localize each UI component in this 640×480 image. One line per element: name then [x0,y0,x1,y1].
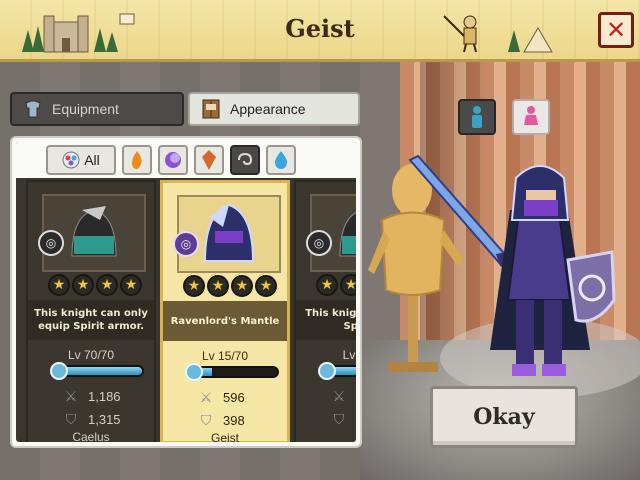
sword-icon: ⚔ [332,387,346,404]
sword-icon: ⚔ [64,387,78,404]
card-owner: Caelus [72,430,110,442]
card-level: Lv 15/70 [201,349,249,363]
card-list: All ◎ ★ ★ ★ ★ This knight can only equip… [16,142,356,442]
defense-value: 1,315 [88,411,121,427]
shield-icon: ⛉ [200,411,212,428]
element-filters: All [16,142,356,178]
attack-stat: ⚔ 596 [197,388,245,406]
card-level: Lv 70/70 [67,348,115,362]
male-appearance-button[interactable] [458,99,496,135]
tab-equipment[interactable]: Equipment [10,92,184,126]
star-icon: ★ [207,275,229,297]
wardrobe-icon [200,98,222,120]
filter-shadow-button[interactable] [158,145,188,175]
wind-element-badge: ◎ [38,230,64,256]
star-rating: ★ ★ ★ [316,274,356,296]
star-icon: ★ [340,274,356,296]
attack-value: 1,186 [88,388,121,404]
defense-value: 398 [223,412,245,428]
wind-element-icon [238,152,253,166]
filter-all-button[interactable]: All [46,145,116,175]
armor-icon [318,362,336,380]
card-level: Lv 35/ [342,348,356,362]
star-icon: ★ [316,274,338,296]
xp-bar-fill [60,367,142,375]
knight-sketch-icon [443,15,553,53]
close-button[interactable]: ✕ [598,12,634,48]
star-icon: ★ [72,274,94,296]
star-icon: ★ [183,275,205,297]
sword-icon: ⚔ [199,388,213,405]
filter-water-button[interactable] [266,145,296,175]
armor-icon [185,363,203,381]
xp-bar [193,366,279,378]
all-elements-icon [62,151,80,169]
chainmail-icon [22,98,44,120]
defense-stat: ⛉ 398 [197,411,245,429]
star-rating: ★ ★ ★ ★ [183,275,277,297]
star-rating: ★ ★ ★ ★ [48,274,142,296]
top-banner: Geist ✕ [0,0,640,62]
attack-stat: ⚔ 1,186 [62,387,121,405]
knight-character [408,154,616,376]
star-icon: ★ [48,274,70,296]
defense-stat: ⛉ 1,315 [62,410,121,428]
star-icon: ★ [120,274,142,296]
tab-appearance[interactable]: Appearance [188,92,360,126]
defense-stat: ⛉712 [330,410,356,428]
xp-bar [58,365,144,377]
attack-value: 596 [223,389,245,405]
appearance-card[interactable]: ◎ ★ ★ ★ This knight c equip Spirit Lv 35… [294,180,356,442]
filter-earth-button[interactable] [194,145,224,175]
earth-element-icon [202,150,216,170]
star-icon: ★ [231,275,253,297]
shield-icon: ⛉ [65,410,77,427]
appearance-panel: All ◎ ★ ★ ★ ★ This knight can only equip… [10,136,362,448]
card-description: This knight c equip Spirit [296,300,356,340]
appearance-card[interactable]: ◎ ★ ★ ★ ★ This knight can only equip Spi… [26,180,156,442]
close-icon: ✕ [605,16,627,44]
armor-icon [50,362,68,380]
female-appearance-button[interactable] [512,99,550,135]
tab-equipment-label: Equipment [52,101,119,117]
shield-icon: ⛉ [333,410,345,427]
filter-all-label: All [84,152,100,168]
filter-wind-button[interactable] [230,145,260,175]
star-icon: ★ [255,275,277,297]
shadow-element-badge: ◎ [173,231,199,257]
attack-stat: ⚔624 [330,387,356,405]
card-item-name: Ravenlord's Mantle [163,301,287,341]
appearance-card-selected[interactable]: ◎ ★ ★ ★ ★ Ravenlord's Mantle Lv 15/70 ⚔ 5… [160,180,290,442]
shadow-element-icon [165,152,181,168]
okay-button[interactable]: Okay [430,386,578,448]
fire-element-icon [132,151,142,169]
water-element-icon [274,151,288,169]
male-figure-icon [472,106,482,128]
female-figure-icon [524,106,538,125]
star-icon: ★ [96,274,118,296]
filter-fire-button[interactable] [122,145,152,175]
wind-element-badge: ◎ [306,230,332,256]
card-owner: Geist [210,431,239,442]
tab-appearance-label: Appearance [230,101,306,117]
card-description: This knight can only equip Spirit armor. [28,300,154,340]
